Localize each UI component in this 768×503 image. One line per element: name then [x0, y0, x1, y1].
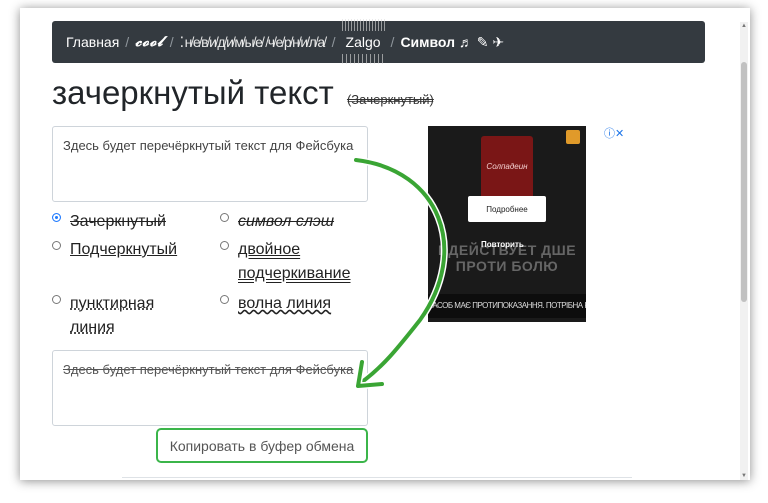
- option-wave-line[interactable]: волна линия: [220, 292, 331, 316]
- option-dotted-line[interactable]: пунктирная линия: [52, 292, 182, 340]
- ad-disclaimer: ЗАСОБ МАЄ ПРОТИПОКАЗАННЯ. ПОТРІБНА КОНСУ…: [428, 294, 586, 318]
- copy-to-clipboard-button[interactable]: Копировать в буфер обмена: [156, 428, 368, 463]
- top-navbar: Главная / 𝓬𝓸𝓸𝓵 / ⁚н̸е̸в̸и̸д̸и̸м̸ы̸е̸ ̸ч̸…: [52, 19, 705, 64]
- ad-choices-icon[interactable]: ⓘ✕: [604, 125, 624, 141]
- radio-button-checked[interactable]: [52, 213, 61, 222]
- page-subtitle: (̶З̶а̶ч̶е̶р̶к̶н̶у̶т̶ы̶й̶): [346, 92, 434, 107]
- ad-repeat-button[interactable]: Повторить: [481, 240, 524, 249]
- divider: [122, 477, 632, 478]
- option-double-underline[interactable]: двойное подчеркивание: [220, 238, 370, 286]
- page-title-text: зачеркнутый текст: [52, 74, 334, 111]
- nav-separator: /: [331, 34, 336, 50]
- radio-button[interactable]: [52, 295, 61, 304]
- option-underline[interactable]: Подчеркнутый: [52, 238, 177, 262]
- option-label: Зачеркнутый: [70, 213, 166, 230]
- nav-separator: /: [390, 34, 395, 50]
- nav-cool-link[interactable]: 𝓬𝓸𝓸𝓵: [135, 34, 164, 50]
- option-strikethrough[interactable]: Зачеркнутый: [52, 210, 166, 234]
- vertical-scrollbar[interactable]: ▲ ▼: [740, 22, 748, 480]
- radio-button[interactable]: [220, 213, 229, 222]
- page-title: зачеркнутый текст (̶З̶а̶ч̶е̶р̶к̶н̶у̶т̶ы̶…: [52, 74, 434, 112]
- scroll-up-arrow-icon[interactable]: ▲: [740, 22, 748, 30]
- ad-more-button[interactable]: Подробнее: [468, 196, 546, 222]
- ad-product-image: Солпадеин: [481, 136, 533, 204]
- nav-separator: /: [125, 34, 130, 50]
- option-label: пунктирная линия: [70, 295, 155, 336]
- scrollbar-thumb[interactable]: [741, 62, 747, 302]
- option-slash[interactable]: символ слэш: [220, 210, 334, 234]
- radio-button[interactable]: [52, 241, 61, 250]
- ad-logo-icon: [566, 130, 580, 144]
- option-label: Подчеркнутый: [70, 241, 178, 258]
- source-text-input[interactable]: Здесь будет перечёркнутый текст для Фейс…: [52, 126, 368, 202]
- nav-zalgo-link[interactable]: Zalgo: [341, 19, 385, 64]
- option-label: двойное подчеркивание: [238, 241, 351, 282]
- advertisement-banner[interactable]: Солпадеин Подробнее ВДЕЙСТВУЕТ ДШЕ ПРОТИ…: [428, 126, 586, 322]
- nav-home-link[interactable]: Главная: [66, 34, 119, 50]
- radio-button[interactable]: [220, 241, 229, 250]
- scroll-down-arrow-icon[interactable]: ▼: [740, 472, 748, 480]
- ad-brand-text: Солпадеин: [486, 162, 528, 171]
- nav-separator: /: [169, 34, 174, 50]
- nav-invisible-ink-link[interactable]: ⁚н̸е̸в̸и̸д̸и̸м̸ы̸е̸ ̸ч̸е̸р̸н̸и̸л̸а̸: [180, 34, 326, 51]
- option-label: волна линия: [238, 295, 332, 312]
- option-label: символ слэш: [238, 213, 335, 230]
- result-text-output[interactable]: Здесь будет перечёркнутый текст для Фейс…: [52, 350, 368, 426]
- radio-button[interactable]: [220, 295, 229, 304]
- nav-symbol-link[interactable]: Символ ♬ ✎ ✈: [400, 34, 504, 51]
